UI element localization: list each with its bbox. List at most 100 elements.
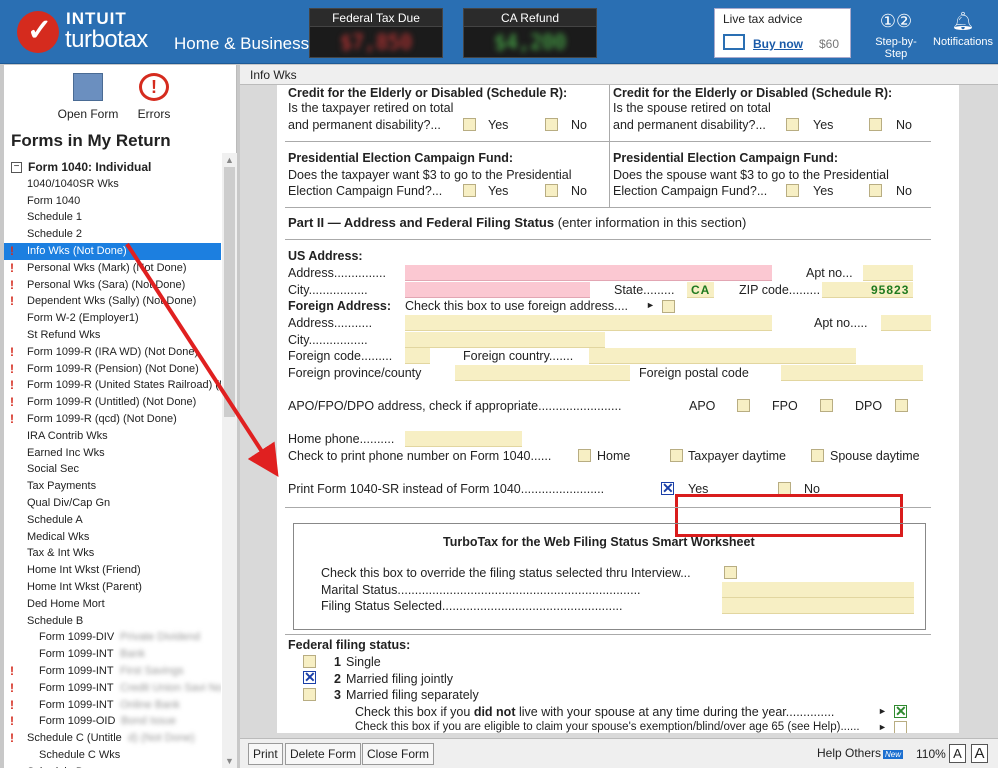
- form-tree-item[interactable]: Qual Div/Cap Gn: [4, 495, 221, 512]
- form-tree-item[interactable]: Schedule A: [4, 512, 221, 529]
- form-tree-item[interactable]: ! Form 1099-R (IRA WD) (Not Done): [4, 344, 221, 361]
- fpo-checkbox[interactable]: [820, 399, 833, 412]
- scroll-down-icon[interactable]: ▼: [225, 756, 234, 766]
- pecf-spouse-no-checkbox[interactable]: [869, 184, 882, 197]
- filing-status-selected-input[interactable]: [722, 598, 914, 614]
- fs-mfs-checkbox[interactable]: [303, 688, 316, 701]
- form-tree-item[interactable]: Form W-2 (Employer1): [4, 310, 221, 327]
- form-tree-item[interactable]: ! Form 1099-R (qcd) (Not Done): [4, 411, 221, 428]
- form-tree-item[interactable]: IRA Contrib Wks: [4, 428, 221, 445]
- redacted-text: Bank: [120, 648, 146, 661]
- phone-spouse-daytime-checkbox[interactable]: [811, 449, 824, 462]
- buy-now-link[interactable]: Buy now: [753, 37, 803, 51]
- form-tree-item[interactable]: ! Personal Wks (Sara) (Not Done): [4, 277, 221, 294]
- pecf-taxpayer-no-checkbox[interactable]: [545, 184, 558, 197]
- form-tree-item[interactable]: Home Int Wkst (Parent): [4, 579, 221, 596]
- form-tree-item[interactable]: 1040/1040SR Wks: [4, 176, 221, 193]
- elderly-taxpayer-yes-checkbox[interactable]: [463, 118, 476, 131]
- dpo-checkbox[interactable]: [895, 399, 908, 412]
- close-form-button[interactable]: Close Form: [362, 743, 435, 765]
- decrease-font-button[interactable]: A: [949, 744, 966, 763]
- federal-refund-meter[interactable]: Federal Tax Due $7,850: [309, 8, 443, 58]
- delete-form-button[interactable]: Delete Form: [285, 743, 362, 765]
- form-tree-item[interactable]: ! Form 1099-OID Bond Issue: [4, 713, 221, 730]
- foreign-code-input[interactable]: [405, 348, 430, 364]
- state-refund-meter[interactable]: CA Refund $4,200: [463, 8, 597, 58]
- form-tree-item[interactable]: ! Form 1099-R (Untitled) (Not Done): [4, 394, 221, 411]
- form-tree-item[interactable]: Home Int Wkst (Friend): [4, 562, 221, 579]
- open-form-button[interactable]: Open Form: [57, 73, 119, 121]
- sidebar-scroll-thumb[interactable]: [224, 167, 235, 417]
- form-tree-item[interactable]: ! Form 1099-INT Online Bank: [4, 697, 221, 714]
- errors-button[interactable]: ! Errors: [132, 73, 176, 121]
- fs-live-apart-checkbox[interactable]: ✕: [894, 704, 907, 718]
- divider: [285, 507, 931, 508]
- form-tree-item[interactable]: Schedule C Wks: [4, 747, 221, 764]
- fs-mfj-checkbox[interactable]: ✕: [303, 670, 316, 684]
- form-tree-item[interactable]: ! Form 1099-R (Pension) (Not Done): [4, 361, 221, 378]
- form-tree-item-label: Schedule A: [27, 513, 83, 526]
- form-tree-item[interactable]: ! Info Wks (Not Done): [4, 242, 221, 260]
- form-tree-item[interactable]: Ded Home Mort: [4, 596, 221, 613]
- form-tree-item[interactable]: ! Form 1099-R (United States Railroad) (N…: [4, 377, 221, 394]
- pecf-spouse-yes-checkbox[interactable]: [786, 184, 799, 197]
- notifications-button[interactable]: 🔔︎ Notifications: [932, 10, 994, 48]
- form-tree-item[interactable]: Schedule 1: [4, 209, 221, 226]
- foreign-apt-input[interactable]: [881, 315, 931, 331]
- form-tree-item[interactable]: Tax Payments: [4, 478, 221, 495]
- fs-single-checkbox[interactable]: [303, 655, 316, 668]
- phone-home-checkbox[interactable]: [578, 449, 591, 462]
- apt-no-input[interactable]: [863, 265, 913, 281]
- form-tree-item[interactable]: ! Personal Wks (Mark) (Not Done): [4, 260, 221, 277]
- form-tab[interactable]: Info Wks: [240, 65, 998, 85]
- form-tree-item[interactable]: Tax & Int Wks: [4, 545, 221, 562]
- form-tree-item[interactable]: Earned Inc Wks: [4, 445, 221, 462]
- form-tree-item[interactable]: Medical Wks: [4, 529, 221, 546]
- form-tree-item-label: Schedule D: [27, 764, 84, 768]
- form-tree-item[interactable]: Social Sec: [4, 461, 221, 478]
- elderly-spouse-yes-checkbox[interactable]: [786, 118, 799, 131]
- form-tree-item-label: Social Sec: [27, 463, 79, 476]
- form-tree-item[interactable]: Schedule D: [4, 764, 221, 768]
- collapse-icon[interactable]: −: [11, 162, 22, 173]
- form-tree-item-label: Personal Wks (Sara) (Not Done): [27, 278, 186, 291]
- sidebar-scrollbar[interactable]: ▲ ▼: [222, 153, 237, 768]
- help-others-link[interactable]: Help Others New: [817, 746, 904, 760]
- form-tree-item[interactable]: Form 1099-DIV Private Dividend: [4, 629, 221, 646]
- form-tree-item[interactable]: Form 1099-INT Bank: [4, 646, 221, 663]
- fs-spouse-exemption-checkbox[interactable]: [894, 721, 907, 733]
- foreign-address-checkbox[interactable]: [662, 300, 675, 313]
- print-1040sr-yes-checkbox[interactable]: ✕: [661, 481, 674, 495]
- form-tree-item[interactable]: ! Dependent Wks (Sally) (Not Done): [4, 293, 221, 310]
- form-tree-item[interactable]: Schedule B: [4, 613, 221, 630]
- print-button[interactable]: Print: [248, 743, 283, 765]
- tree-root-form-1040[interactable]: − Form 1040: Individual: [4, 159, 221, 176]
- city-input[interactable]: [405, 282, 590, 298]
- foreign-address-input[interactable]: [405, 315, 772, 331]
- increase-font-button[interactable]: A: [971, 744, 988, 763]
- us-address-input[interactable]: [405, 265, 772, 281]
- step-by-step-button[interactable]: ①② Step-by-Step: [864, 10, 928, 60]
- elderly-spouse-no-checkbox[interactable]: [869, 118, 882, 131]
- pecf-taxpayer-yes-checkbox[interactable]: [463, 184, 476, 197]
- form-tree-item[interactable]: ! Form 1099-INT Credit Union Savi No...: [4, 680, 221, 697]
- smart-override-checkbox[interactable]: [724, 566, 737, 579]
- form-tree-item[interactable]: Form 1040: [4, 193, 221, 210]
- foreign-province-label: Foreign province/county: [288, 366, 422, 380]
- marital-status-input[interactable]: [722, 582, 914, 598]
- phone-taxpayer-daytime-checkbox[interactable]: [670, 449, 683, 462]
- scroll-up-icon[interactable]: ▲: [225, 155, 234, 165]
- foreign-postal-input[interactable]: [781, 365, 923, 381]
- form-tree-item[interactable]: Schedule 2: [4, 226, 221, 243]
- apo-option-label: APO: [689, 399, 716, 413]
- form-tree-item[interactable]: ! Schedule C (Untitle d) (Not Done): [4, 730, 221, 747]
- apo-checkbox[interactable]: [737, 399, 750, 412]
- foreign-province-input[interactable]: [455, 365, 630, 381]
- elderly-taxpayer-no-checkbox[interactable]: [545, 118, 558, 131]
- form-scrollbar[interactable]: [980, 85, 998, 733]
- form-tree-item[interactable]: St Refund Wks: [4, 327, 221, 344]
- form-tree-item[interactable]: ! Form 1099-INT First Savings: [4, 663, 221, 680]
- foreign-city-input[interactable]: [405, 332, 605, 348]
- foreign-country-input[interactable]: [589, 348, 856, 364]
- home-phone-input[interactable]: [405, 431, 522, 447]
